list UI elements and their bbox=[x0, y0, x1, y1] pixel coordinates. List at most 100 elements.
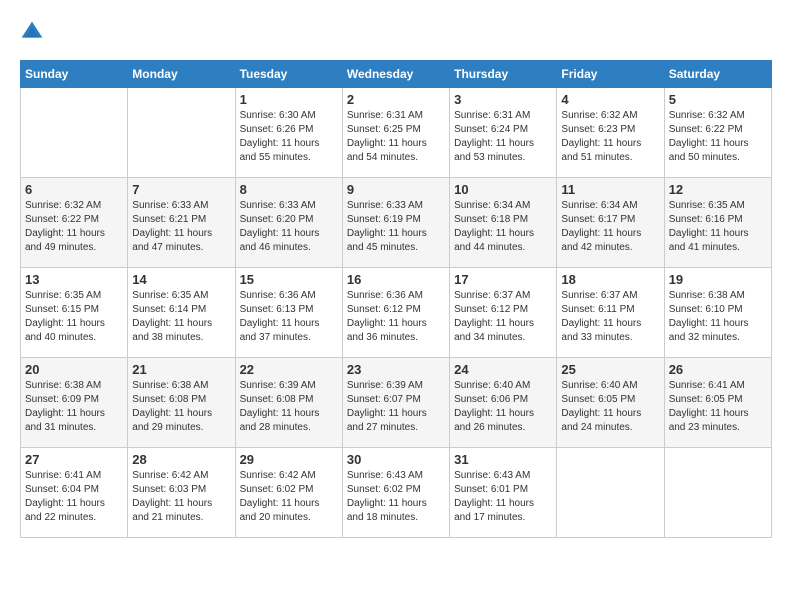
calendar-cell: 19 Sunrise: 6:38 AM Sunset: 6:10 PM Dayli… bbox=[664, 268, 771, 358]
calendar-cell bbox=[664, 448, 771, 538]
calendar-cell: 14Sunrise: 6:35 AM Sunset: 6:14 PM Dayli… bbox=[128, 268, 235, 358]
day-number: 29 bbox=[240, 452, 338, 467]
calendar-cell: 23 Sunrise: 6:39 AM Sunset: 6:07 PM Dayli… bbox=[342, 358, 449, 448]
day-number: 13 bbox=[25, 272, 123, 287]
calendar-cell: 22 Sunrise: 6:39 AM Sunset: 6:08 PM Dayli… bbox=[235, 358, 342, 448]
calendar-cell: 28 Sunrise: 6:42 AM Sunset: 6:03 PM Dayli… bbox=[128, 448, 235, 538]
day-info: Sunrise: 6:35 AM Sunset: 6:14 PM Dayligh… bbox=[132, 289, 230, 345]
weekday-header-saturday: Saturday bbox=[664, 61, 771, 88]
day-number: 16 bbox=[347, 272, 445, 287]
day-info: Sunrise: 6:34 AM Sunset: 6:17 PM Dayligh… bbox=[561, 199, 659, 255]
calendar-cell: 2 Sunrise: 6:31 AM Sunset: 6:25 PM Daylig… bbox=[342, 88, 449, 178]
day-info: Sunrise: 6:33 AM Sunset: 6:21 PM Dayligh… bbox=[132, 199, 230, 255]
day-info: Sunrise: 6:40 AM Sunset: 6:05 PM Dayligh… bbox=[561, 379, 659, 435]
calendar-cell bbox=[128, 88, 235, 178]
week-row-4: 20 Sunrise: 6:38 AM Sunset: 6:09 PM Dayli… bbox=[21, 358, 772, 448]
day-info: Sunrise: 6:35 AM Sunset: 6:15 PM Dayligh… bbox=[25, 289, 123, 345]
calendar-cell: 17Sunrise: 6:37 AM Sunset: 6:12 PM Dayli… bbox=[450, 268, 557, 358]
day-number: 31 bbox=[454, 452, 552, 467]
day-number: 6 bbox=[25, 182, 123, 197]
calendar-cell bbox=[21, 88, 128, 178]
day-number: 20 bbox=[25, 362, 123, 377]
calendar-cell: 16 Sunrise: 6:36 AM Sunset: 6:12 PM Dayli… bbox=[342, 268, 449, 358]
day-number: 27 bbox=[25, 452, 123, 467]
page-header bbox=[20, 20, 772, 44]
calendar-cell: 20 Sunrise: 6:38 AM Sunset: 6:09 PM Dayli… bbox=[21, 358, 128, 448]
day-info: Sunrise: 6:32 AM Sunset: 6:22 PM Dayligh… bbox=[25, 199, 123, 255]
day-number: 11 bbox=[561, 182, 659, 197]
day-info: Sunrise: 6:37 AM Sunset: 6:11 PM Dayligh… bbox=[561, 289, 659, 345]
day-number: 30 bbox=[347, 452, 445, 467]
calendar-cell: 24 Sunrise: 6:40 AM Sunset: 6:06 PM Dayli… bbox=[450, 358, 557, 448]
day-info: Sunrise: 6:42 AM Sunset: 6:03 PM Dayligh… bbox=[132, 469, 230, 525]
calendar-cell: 13 Sunrise: 6:35 AM Sunset: 6:15 PM Dayli… bbox=[21, 268, 128, 358]
calendar-cell: 30Sunrise: 6:43 AM Sunset: 6:02 PM Dayli… bbox=[342, 448, 449, 538]
week-row-1: 1 Sunrise: 6:30 AM Sunset: 6:26 PM Daylig… bbox=[21, 88, 772, 178]
calendar-cell: 4Sunrise: 6:32 AM Sunset: 6:23 PM Daylig… bbox=[557, 88, 664, 178]
day-number: 24 bbox=[454, 362, 552, 377]
calendar-cell: 18 Sunrise: 6:37 AM Sunset: 6:11 PM Dayli… bbox=[557, 268, 664, 358]
calendar-cell: 27 Sunrise: 6:41 AM Sunset: 6:04 PM Dayli… bbox=[21, 448, 128, 538]
calendar-cell: 9Sunrise: 6:33 AM Sunset: 6:19 PM Daylig… bbox=[342, 178, 449, 268]
day-info: Sunrise: 6:32 AM Sunset: 6:22 PM Dayligh… bbox=[669, 109, 767, 165]
day-number: 23 bbox=[347, 362, 445, 377]
week-row-2: 6 Sunrise: 6:32 AM Sunset: 6:22 PM Daylig… bbox=[21, 178, 772, 268]
day-number: 19 bbox=[669, 272, 767, 287]
day-number: 3 bbox=[454, 92, 552, 107]
day-number: 28 bbox=[132, 452, 230, 467]
day-info: Sunrise: 6:38 AM Sunset: 6:10 PM Dayligh… bbox=[669, 289, 767, 345]
day-info: Sunrise: 6:39 AM Sunset: 6:08 PM Dayligh… bbox=[240, 379, 338, 435]
logo-icon bbox=[20, 20, 44, 44]
weekday-header-row: SundayMondayTuesdayWednesdayThursdayFrid… bbox=[21, 61, 772, 88]
calendar-cell: 6 Sunrise: 6:32 AM Sunset: 6:22 PM Daylig… bbox=[21, 178, 128, 268]
day-info: Sunrise: 6:36 AM Sunset: 6:13 PM Dayligh… bbox=[240, 289, 338, 345]
calendar-cell: 8Sunrise: 6:33 AM Sunset: 6:20 PM Daylig… bbox=[235, 178, 342, 268]
calendar-cell: 5Sunrise: 6:32 AM Sunset: 6:22 PM Daylig… bbox=[664, 88, 771, 178]
day-info: Sunrise: 6:34 AM Sunset: 6:18 PM Dayligh… bbox=[454, 199, 552, 255]
day-number: 9 bbox=[347, 182, 445, 197]
day-info: Sunrise: 6:40 AM Sunset: 6:06 PM Dayligh… bbox=[454, 379, 552, 435]
logo bbox=[20, 20, 48, 44]
calendar-cell: 1 Sunrise: 6:30 AM Sunset: 6:26 PM Daylig… bbox=[235, 88, 342, 178]
day-number: 7 bbox=[132, 182, 230, 197]
calendar-cell: 29 Sunrise: 6:42 AM Sunset: 6:02 PM Dayli… bbox=[235, 448, 342, 538]
week-row-3: 13 Sunrise: 6:35 AM Sunset: 6:15 PM Dayli… bbox=[21, 268, 772, 358]
calendar-cell: 15 Sunrise: 6:36 AM Sunset: 6:13 PM Dayli… bbox=[235, 268, 342, 358]
calendar-cell: 10 Sunrise: 6:34 AM Sunset: 6:18 PM Dayli… bbox=[450, 178, 557, 268]
day-info: Sunrise: 6:42 AM Sunset: 6:02 PM Dayligh… bbox=[240, 469, 338, 525]
day-info: Sunrise: 6:37 AM Sunset: 6:12 PM Dayligh… bbox=[454, 289, 552, 345]
day-info: Sunrise: 6:36 AM Sunset: 6:12 PM Dayligh… bbox=[347, 289, 445, 345]
day-info: Sunrise: 6:43 AM Sunset: 6:01 PM Dayligh… bbox=[454, 469, 552, 525]
week-row-5: 27 Sunrise: 6:41 AM Sunset: 6:04 PM Dayli… bbox=[21, 448, 772, 538]
day-number: 21 bbox=[132, 362, 230, 377]
day-number: 10 bbox=[454, 182, 552, 197]
calendar-cell: 31 Sunrise: 6:43 AM Sunset: 6:01 PM Dayli… bbox=[450, 448, 557, 538]
day-info: Sunrise: 6:41 AM Sunset: 6:04 PM Dayligh… bbox=[25, 469, 123, 525]
day-info: Sunrise: 6:38 AM Sunset: 6:09 PM Dayligh… bbox=[25, 379, 123, 435]
day-info: Sunrise: 6:30 AM Sunset: 6:26 PM Dayligh… bbox=[240, 109, 338, 165]
weekday-header-sunday: Sunday bbox=[21, 61, 128, 88]
calendar-cell: 7 Sunrise: 6:33 AM Sunset: 6:21 PM Daylig… bbox=[128, 178, 235, 268]
day-number: 1 bbox=[240, 92, 338, 107]
day-number: 22 bbox=[240, 362, 338, 377]
day-info: Sunrise: 6:41 AM Sunset: 6:05 PM Dayligh… bbox=[669, 379, 767, 435]
day-info: Sunrise: 6:32 AM Sunset: 6:23 PM Dayligh… bbox=[561, 109, 659, 165]
day-number: 18 bbox=[561, 272, 659, 287]
day-info: Sunrise: 6:31 AM Sunset: 6:24 PM Dayligh… bbox=[454, 109, 552, 165]
calendar-table: SundayMondayTuesdayWednesdayThursdayFrid… bbox=[20, 60, 772, 538]
weekday-header-thursday: Thursday bbox=[450, 61, 557, 88]
weekday-header-wednesday: Wednesday bbox=[342, 61, 449, 88]
day-number: 26 bbox=[669, 362, 767, 377]
calendar-cell: 26 Sunrise: 6:41 AM Sunset: 6:05 PM Dayli… bbox=[664, 358, 771, 448]
calendar-cell: 3 Sunrise: 6:31 AM Sunset: 6:24 PM Daylig… bbox=[450, 88, 557, 178]
day-info: Sunrise: 6:33 AM Sunset: 6:20 PM Dayligh… bbox=[240, 199, 338, 255]
day-info: Sunrise: 6:31 AM Sunset: 6:25 PM Dayligh… bbox=[347, 109, 445, 165]
day-info: Sunrise: 6:35 AM Sunset: 6:16 PM Dayligh… bbox=[669, 199, 767, 255]
day-number: 15 bbox=[240, 272, 338, 287]
day-number: 2 bbox=[347, 92, 445, 107]
day-info: Sunrise: 6:38 AM Sunset: 6:08 PM Dayligh… bbox=[132, 379, 230, 435]
weekday-header-tuesday: Tuesday bbox=[235, 61, 342, 88]
calendar-cell bbox=[557, 448, 664, 538]
day-info: Sunrise: 6:39 AM Sunset: 6:07 PM Dayligh… bbox=[347, 379, 445, 435]
weekday-header-friday: Friday bbox=[557, 61, 664, 88]
